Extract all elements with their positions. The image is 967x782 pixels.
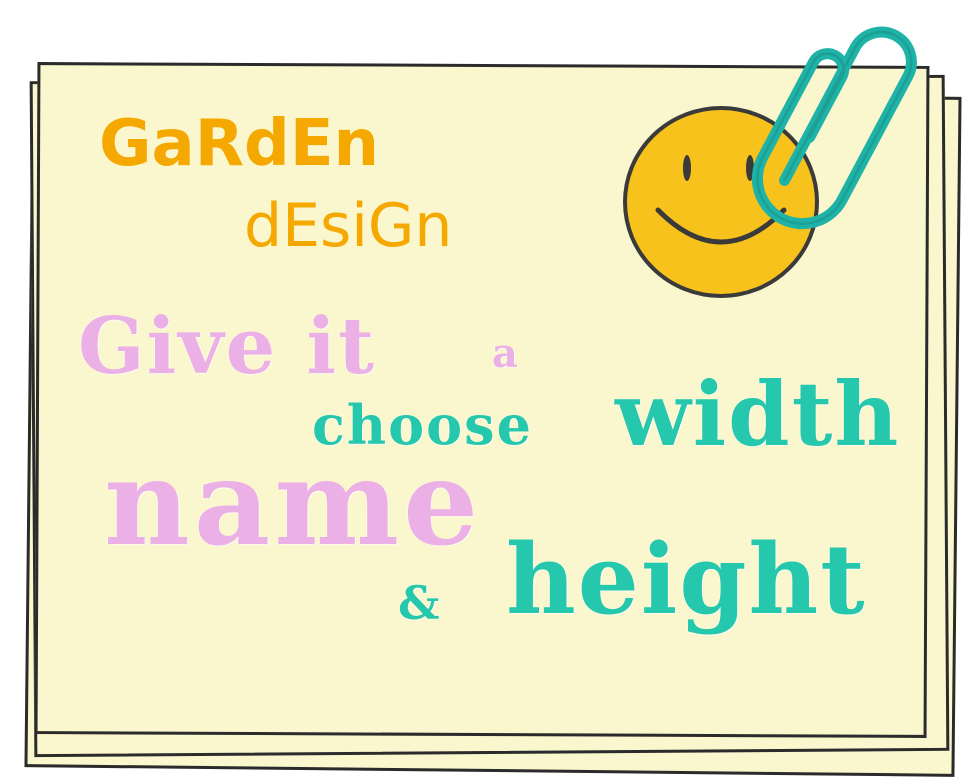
- phrase-give-it: Give it: [78, 301, 377, 392]
- phrase-a: a: [492, 330, 520, 377]
- title-design: dEsiGn: [244, 191, 453, 261]
- paperclip-icon: [751, 26, 917, 230]
- sticky-note-graphic: GaRdEn dEsiGn Give it a choose width nam…: [0, 0, 967, 782]
- phrase-height: height: [506, 523, 867, 636]
- phrase-name: name: [104, 433, 483, 572]
- phrase-width: width: [615, 362, 901, 466]
- phrase-ampersand: &: [398, 576, 442, 630]
- title-garden: GaRdEn: [99, 107, 380, 181]
